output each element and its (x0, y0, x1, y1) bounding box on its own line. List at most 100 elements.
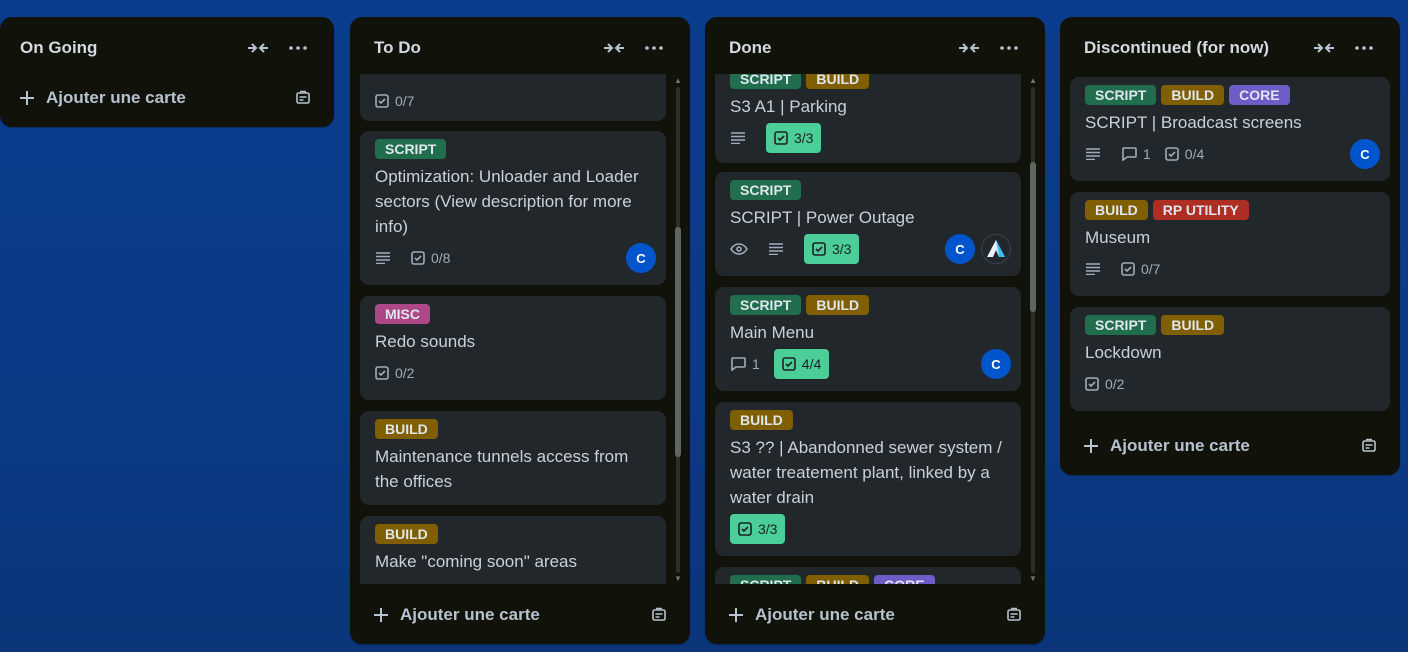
list-discontinued: Discontinued (for now) SCRIPT BUILD CORE… (1060, 17, 1400, 475)
label-script[interactable]: SCRIPT (375, 139, 447, 159)
card-template-icon[interactable] (1358, 435, 1380, 457)
label-script[interactable]: SCRIPT (730, 180, 802, 200)
add-card-button[interactable]: Ajouter une carte (16, 87, 292, 109)
card-labels: SCRIPT BUILD CORE (1085, 85, 1375, 107)
checklist-icon (1164, 147, 1179, 161)
card[interactable]: BUILD Make "coming soon" areas (360, 516, 666, 584)
label-build[interactable]: BUILD (375, 524, 438, 544)
scroll-track[interactable] (1031, 87, 1035, 573)
scroll-up-arrow[interactable]: ▲ (674, 77, 682, 85)
card[interactable]: SCRIPT BUILD S3 A1 | Parking 3/3 (715, 74, 1021, 163)
list-scrollbar[interactable]: ▲ ▼ (1029, 77, 1037, 583)
avatar[interactable]: C (981, 349, 1011, 379)
label-build[interactable]: BUILD (806, 295, 870, 315)
more-options-icon[interactable] (640, 34, 668, 62)
add-card-button[interactable]: Ajouter une carte (725, 604, 1003, 626)
more-options-icon[interactable] (284, 34, 312, 62)
card[interactable]: SCRIPT Optimization: Unloader and Loader… (360, 131, 666, 285)
list-scrollbar[interactable]: ▲ ▼ (674, 77, 682, 583)
scroll-thumb[interactable] (675, 227, 681, 457)
card[interactable]: BUILD RP UTILITY Museum 0/7 (1070, 192, 1390, 296)
card-title: Main Menu (730, 323, 815, 342)
card-badges: 0/2 (1085, 368, 1375, 400)
card-badges: 0/7 (1085, 253, 1375, 285)
plus-icon (370, 604, 392, 626)
card-labels: SCRIPT (375, 139, 651, 161)
card[interactable]: SCRIPT BUILD Main Menu 1 4/4 C (715, 287, 1021, 391)
card-template-icon[interactable] (1003, 604, 1025, 626)
collapse-icon[interactable] (955, 34, 983, 62)
checklist-badge: 0/7 (375, 86, 414, 116)
card-labels: SCRIPT BUILD (730, 295, 1006, 317)
list-title[interactable]: On Going (20, 38, 232, 58)
more-options-icon[interactable] (1350, 34, 1378, 62)
checklist-badge-complete: 3/3 (730, 514, 786, 544)
avatar[interactable]: C (1350, 139, 1380, 169)
more-options-icon[interactable] (995, 34, 1023, 62)
label-build[interactable]: BUILD (1161, 85, 1225, 105)
label-script[interactable]: SCRIPT (730, 74, 802, 89)
checklist-badge: 0/7 (1121, 254, 1160, 284)
label-build[interactable]: BUILD (806, 575, 870, 584)
card[interactable]: SCRIPT BUILD CORE (715, 567, 1021, 584)
label-core[interactable]: CORE (874, 575, 935, 584)
checklist-icon (774, 131, 788, 145)
label-build[interactable]: BUILD (1161, 315, 1225, 335)
avatar[interactable]: C (626, 243, 656, 273)
card[interactable]: BUILD Maintenance tunnels access from th… (360, 411, 666, 505)
card[interactable]: SCRIPT SCRIPT | Power Outage 3/3 C (715, 172, 1021, 276)
list-to-do: To Do 0/7 SCRIPT Optimization: Unloader … (350, 17, 690, 644)
comments-badge: 1 (1121, 139, 1151, 169)
card-members: C (626, 243, 656, 273)
list-footer: Ajouter une carte (350, 586, 690, 644)
label-rp-utility[interactable]: RP UTILITY (1152, 200, 1249, 220)
card-badges: 0/7 (375, 87, 651, 115)
list-title[interactable]: To Do (374, 38, 588, 58)
card-labels: SCRIPT BUILD (730, 74, 1006, 91)
add-card-button[interactable]: Ajouter une carte (1080, 435, 1358, 457)
label-script[interactable]: SCRIPT (1085, 315, 1157, 335)
label-script[interactable]: SCRIPT (1085, 85, 1157, 105)
collapse-icon[interactable] (244, 34, 272, 62)
card-template-icon[interactable] (648, 604, 670, 626)
avatar[interactable]: C (945, 234, 975, 264)
add-card-label: Ajouter une carte (755, 605, 895, 624)
add-card-button[interactable]: Ajouter une carte (370, 604, 648, 626)
checklist-icon (375, 94, 389, 108)
list-title[interactable]: Discontinued (for now) (1084, 38, 1298, 58)
card-title: Lockdown (1085, 343, 1162, 362)
collapse-icon[interactable] (600, 34, 628, 62)
card[interactable]: 0/7 (360, 74, 666, 121)
checklist-badge-complete: 3/3 (766, 123, 822, 153)
card-members: C (1350, 139, 1380, 169)
card-labels: BUILD RP UTILITY (1085, 200, 1375, 222)
card-badges: 3/3 (730, 513, 1006, 545)
list-footer: Ajouter une carte (1060, 417, 1400, 475)
scroll-down-arrow[interactable]: ▼ (674, 575, 682, 583)
scroll-up-arrow[interactable]: ▲ (1029, 77, 1037, 85)
comment-icon (731, 357, 746, 371)
card-title: Make "coming soon" areas (375, 552, 577, 571)
card-template-icon[interactable] (292, 87, 314, 109)
collapse-icon[interactable] (1310, 34, 1338, 62)
label-misc[interactable]: MISC (375, 304, 430, 324)
card-list: 0/7 SCRIPT Optimization: Unloader and Lo… (360, 74, 666, 584)
label-script[interactable]: SCRIPT (730, 575, 802, 584)
card[interactable]: BUILD S3 ?? | Abandonned sewer system / … (715, 402, 1021, 556)
scroll-down-arrow[interactable]: ▼ (1029, 575, 1037, 583)
card[interactable]: SCRIPT BUILD Lockdown 0/2 (1070, 307, 1390, 411)
card[interactable]: MISC Redo sounds 0/2 (360, 296, 666, 400)
scroll-thumb[interactable] (1030, 162, 1036, 312)
app-logo-avatar[interactable] (981, 234, 1011, 264)
card[interactable]: SCRIPT BUILD CORE SCRIPT | Broadcast scr… (1070, 77, 1390, 181)
label-build[interactable]: BUILD (730, 410, 793, 430)
label-core[interactable]: CORE (1229, 85, 1290, 105)
label-build[interactable]: BUILD (806, 74, 870, 89)
label-build[interactable]: BUILD (1085, 200, 1148, 220)
label-script[interactable]: SCRIPT (730, 295, 802, 315)
list-title[interactable]: Done (729, 38, 943, 58)
card-labels: MISC (375, 304, 651, 326)
list-header: Done (705, 17, 1045, 79)
label-build[interactable]: BUILD (375, 419, 438, 439)
card-title: SCRIPT | Broadcast screens (1085, 113, 1302, 132)
